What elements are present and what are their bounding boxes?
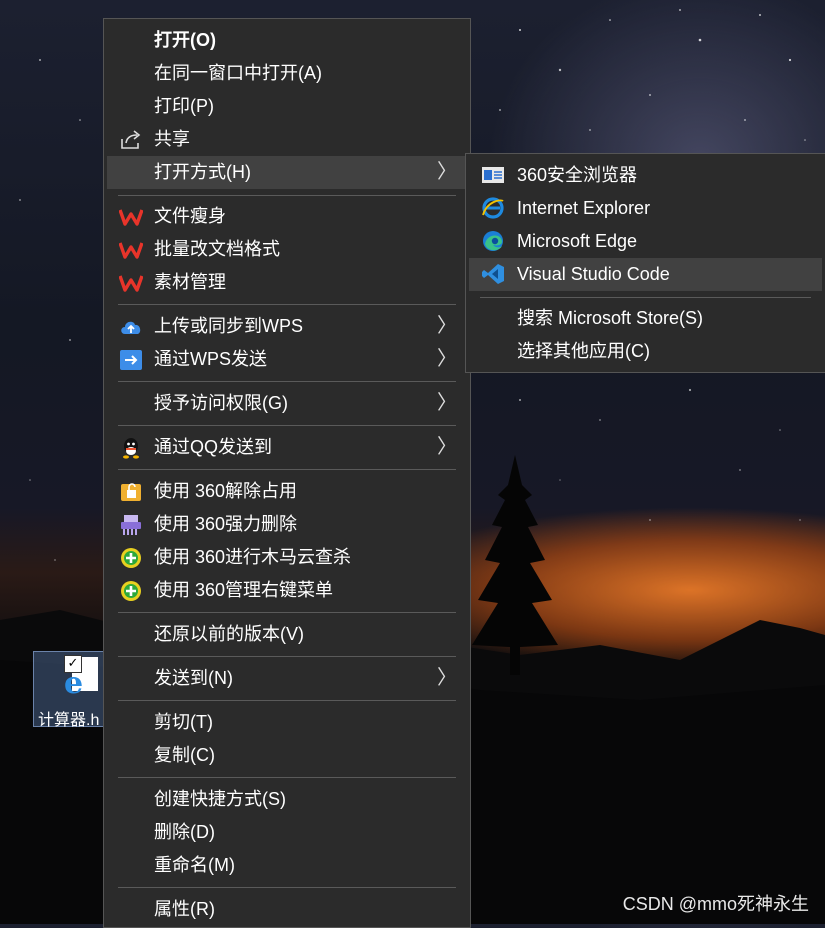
chevron-right-icon: 〉 [437, 436, 457, 458]
wps-icon [119, 275, 143, 292]
menu-item-label: 素材管理 [154, 272, 226, 292]
menu-separator [118, 612, 456, 613]
menu-item-material-manage[interactable]: 素材管理 [107, 266, 467, 299]
menu-item-label: 剪切(T) [154, 712, 213, 732]
chevron-right-icon: 〉 [437, 348, 457, 370]
menu-item-label: 打开方式(H) [154, 162, 251, 182]
menu-item-label: 通过WPS发送 [154, 349, 268, 369]
qq-icon [123, 438, 139, 459]
menu-item-label: 批量改文档格式 [154, 239, 280, 259]
menu-separator [118, 425, 456, 426]
menu-item-label: Microsoft Edge [517, 231, 638, 251]
menu-item-360-unlock[interactable]: 使用 360解除占用 [107, 475, 467, 508]
menu-item-360-shred[interactable]: 使用 360强力删除 [107, 508, 467, 541]
menu-item-label: 在同一窗口中打开(A) [154, 63, 322, 83]
tree-silhouette [472, 455, 558, 675]
menu-item-label: 上传或同步到WPS [154, 316, 304, 336]
menu-item-label: 属性(R) [154, 899, 215, 919]
menu-item-label: 打印(P) [154, 96, 214, 116]
desktop-file-icon[interactable]: ✓ e 计算器.h [33, 651, 111, 729]
submenu-item-choose-other-app[interactable]: 选择其他应用(C) [469, 335, 822, 368]
menu-item-label: 创建快捷方式(S) [154, 789, 286, 809]
menu-item-create-shortcut[interactable]: 创建快捷方式(S) [107, 783, 467, 816]
menu-item-label: 打开(O) [154, 30, 216, 50]
menu-item-label: 重命名(M) [154, 855, 235, 875]
watermark: CSDN @mmo死神永生 [622, 894, 809, 914]
menu-item-label: 授予访问权限(G) [154, 393, 288, 413]
submenu-item-internet-explorer[interactable]: Internet Explorer [469, 192, 822, 225]
menu-item-send-via-wps[interactable]: 通过WPS发送 〉 [107, 343, 467, 376]
context-menu: 打开(O) 在同一窗口中打开(A) 打印(P) 共享 打开方式(H) 〉 文件瘦… [103, 18, 471, 928]
chevron-right-icon: 〉 [437, 667, 457, 689]
chevron-right-icon: 〉 [437, 315, 457, 337]
internet-explorer-icon [482, 197, 504, 219]
chevron-right-icon: 〉 [437, 392, 457, 414]
menu-item-send-to[interactable]: 发送到(N) 〉 [107, 662, 467, 695]
menu-item-label: 通过QQ发送到 [154, 437, 273, 457]
wps-send-icon [120, 350, 142, 370]
menu-item-send-via-qq[interactable]: 通过QQ发送到 〉 [107, 431, 467, 464]
menu-item-file-slim[interactable]: 文件瘦身 [107, 200, 467, 233]
menu-item-label: Internet Explorer [517, 198, 651, 218]
menu-item-360-scan[interactable]: 使用 360进行木马云查杀 [107, 541, 467, 574]
menu-item-print[interactable]: 打印(P) [107, 90, 467, 123]
menu-item-open-same-window[interactable]: 在同一窗口中打开(A) [107, 57, 467, 90]
menu-item-label: 删除(D) [154, 822, 215, 842]
menu-separator [118, 700, 456, 701]
menu-item-open[interactable]: 打开(O) [107, 24, 467, 57]
menu-item-upload-wps[interactable]: 上传或同步到WPS 〉 [107, 310, 467, 343]
wps-icon [119, 242, 143, 259]
submenu-item-360-browser[interactable]: 360安全浏览器 [469, 159, 822, 192]
chevron-right-icon: 〉 [437, 161, 457, 183]
menu-item-copy[interactable]: 复制(C) [107, 739, 467, 772]
html-file-icon: e [64, 666, 84, 701]
desktop-icon-label: 计算器.h [38, 712, 100, 729]
menu-item-label: Visual Studio Code [517, 264, 670, 284]
menu-separator [118, 195, 456, 196]
menu-item-cut[interactable]: 剪切(T) [107, 706, 467, 739]
menu-item-label: 使用 360解除占用 [154, 481, 298, 501]
menu-item-properties[interactable]: 属性(R) [107, 893, 467, 926]
menu-separator [480, 297, 811, 298]
menu-item-label: 选择其他应用(C) [517, 341, 650, 361]
edge-icon [483, 231, 503, 251]
menu-item-open-with[interactable]: 打开方式(H) 〉 [107, 156, 467, 189]
menu-item-label: 搜索 Microsoft Store(S) [517, 308, 704, 328]
menu-separator [118, 469, 456, 470]
menu-item-label: 复制(C) [154, 745, 215, 765]
360-shred-icon [121, 515, 141, 535]
menu-separator [118, 656, 456, 657]
menu-item-label: 360安全浏览器 [517, 165, 638, 185]
menu-item-label: 使用 360进行木马云查杀 [154, 547, 352, 567]
menu-item-label: 还原以前的版本(V) [154, 624, 304, 644]
menu-item-label: 共享 [154, 129, 190, 149]
menu-item-360-manage-menu[interactable]: 使用 360管理右键菜单 [107, 574, 467, 607]
menu-item-label: 发送到(N) [154, 668, 233, 688]
cloud-upload-icon [121, 321, 141, 334]
360-menu-icon [121, 581, 141, 601]
menu-item-label: 使用 360管理右键菜单 [154, 580, 334, 600]
menu-separator [118, 304, 456, 305]
menu-separator [118, 381, 456, 382]
submenu-item-microsoft-edge[interactable]: Microsoft Edge [469, 225, 822, 258]
share-icon [121, 130, 141, 149]
menu-item-grant-access[interactable]: 授予访问权限(G) 〉 [107, 387, 467, 420]
menu-item-rename[interactable]: 重命名(M) [107, 849, 467, 882]
360-scan-icon [121, 548, 141, 568]
360-browser-icon [482, 167, 504, 183]
menu-item-label: 使用 360强力删除 [154, 514, 298, 534]
menu-item-restore-versions[interactable]: 还原以前的版本(V) [107, 618, 467, 651]
vscode-icon [482, 264, 504, 284]
submenu-item-vscode[interactable]: Visual Studio Code [469, 258, 822, 291]
open-with-submenu: 360安全浏览器 Internet Explorer Microsoft Edg… [465, 153, 825, 373]
360-unlock-icon [121, 483, 141, 501]
menu-item-batch-convert[interactable]: 批量改文档格式 [107, 233, 467, 266]
menu-item-share[interactable]: 共享 [107, 123, 467, 156]
wps-icon [119, 209, 143, 226]
submenu-item-search-store[interactable]: 搜索 Microsoft Store(S) [469, 302, 822, 335]
menu-separator [118, 777, 456, 778]
menu-item-delete[interactable]: 删除(D) [107, 816, 467, 849]
menu-item-label: 文件瘦身 [154, 206, 226, 226]
menu-separator [118, 887, 456, 888]
